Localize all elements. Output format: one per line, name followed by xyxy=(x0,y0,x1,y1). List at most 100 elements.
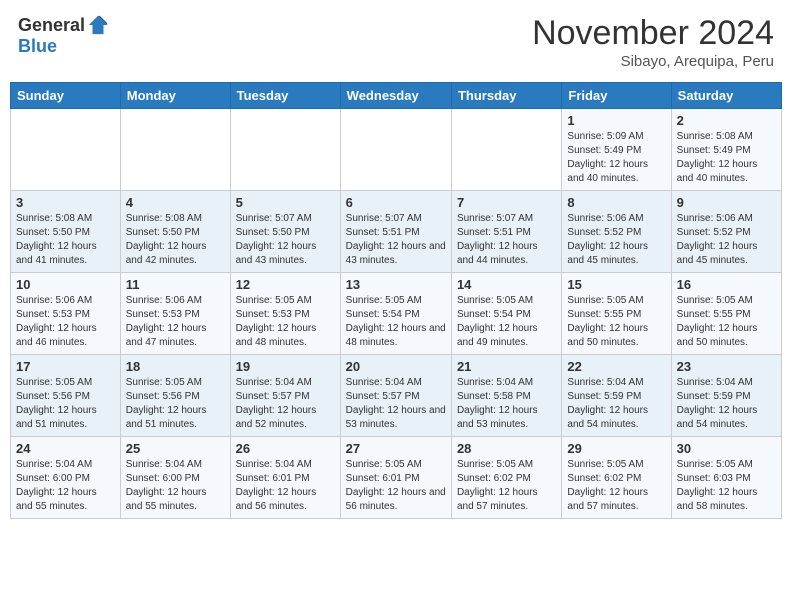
calendar-table: SundayMondayTuesdayWednesdayThursdayFrid… xyxy=(10,82,782,519)
day-number: 19 xyxy=(236,359,335,374)
weekday-header-monday: Monday xyxy=(120,83,230,109)
day-number: 9 xyxy=(677,195,776,210)
day-info: Sunrise: 5:07 AM Sunset: 5:51 PM Dayligh… xyxy=(457,212,556,268)
day-number: 8 xyxy=(567,195,665,210)
day-info: Sunrise: 5:06 AM Sunset: 5:52 PM Dayligh… xyxy=(677,212,776,268)
day-info: Sunrise: 5:05 AM Sunset: 5:53 PM Dayligh… xyxy=(236,294,335,350)
day-info: Sunrise: 5:04 AM Sunset: 6:00 PM Dayligh… xyxy=(16,458,115,514)
weekday-header-sunday: Sunday xyxy=(11,83,121,109)
location: Sibayo, Arequipa, Peru xyxy=(532,53,774,70)
day-number: 25 xyxy=(126,441,225,456)
calendar-cell xyxy=(230,109,340,191)
calendar-cell: 19 Sunrise: 5:04 AM Sunset: 5:57 PM Dayli… xyxy=(230,355,340,437)
day-info: Sunrise: 5:06 AM Sunset: 5:52 PM Dayligh… xyxy=(567,212,665,268)
weekday-header-row: SundayMondayTuesdayWednesdayThursdayFrid… xyxy=(11,83,782,109)
calendar-cell xyxy=(120,109,230,191)
day-info: Sunrise: 5:08 AM Sunset: 5:50 PM Dayligh… xyxy=(126,212,225,268)
title-block: November 2024 Sibayo, Arequipa, Peru xyxy=(532,14,774,70)
calendar-cell: 2Sunrise: 5:08 AM Sunset: 5:49 PM Daylig… xyxy=(671,109,781,191)
day-number: 16 xyxy=(677,277,776,292)
calendar-cell: 26Sunrise: 5:04 AM Sunset: 6:01 PM Dayli… xyxy=(230,437,340,519)
day-number: 17 xyxy=(16,359,115,374)
day-number: 6 xyxy=(346,195,446,210)
calendar-cell: 18 Sunrise: 5:05 AM Sunset: 5:56 PM Dayli… xyxy=(120,355,230,437)
calendar-week-row: 10 Sunrise: 5:06 AM Sunset: 5:53 PM Dayli… xyxy=(11,273,782,355)
weekday-header-saturday: Saturday xyxy=(671,83,781,109)
day-info: Sunrise: 5:05 AM Sunset: 5:54 PM Dayligh… xyxy=(457,294,556,350)
calendar-week-row: 17 Sunrise: 5:05 AM Sunset: 5:56 PM Dayli… xyxy=(11,355,782,437)
calendar-cell: 10 Sunrise: 5:06 AM Sunset: 5:53 PM Dayli… xyxy=(11,273,121,355)
weekday-header-tuesday: Tuesday xyxy=(230,83,340,109)
day-info: Sunrise: 5:08 AM Sunset: 5:50 PM Dayligh… xyxy=(16,212,115,268)
calendar-cell xyxy=(451,109,561,191)
day-info: Sunrise: 5:05 AM Sunset: 5:55 PM Dayligh… xyxy=(677,294,776,350)
day-info: Sunrise: 5:05 AM Sunset: 5:56 PM Dayligh… xyxy=(126,376,225,432)
day-number: 29 xyxy=(567,441,665,456)
day-number: 23 xyxy=(677,359,776,374)
calendar-cell: 3 Sunrise: 5:08 AM Sunset: 5:50 PM Daylig… xyxy=(11,191,121,273)
day-info: Sunrise: 5:04 AM Sunset: 6:00 PM Dayligh… xyxy=(126,458,225,514)
day-number: 1 xyxy=(567,113,665,128)
calendar-cell: 15Sunrise: 5:05 AM Sunset: 5:55 PM Dayli… xyxy=(562,273,671,355)
day-info: Sunrise: 5:05 AM Sunset: 6:03 PM Dayligh… xyxy=(677,458,776,514)
calendar-cell: 24 Sunrise: 5:04 AM Sunset: 6:00 PM Dayli… xyxy=(11,437,121,519)
day-number: 26 xyxy=(236,441,335,456)
logo-blue-text: Blue xyxy=(18,36,57,57)
calendar-cell: 1 Sunrise: 5:09 AM Sunset: 5:49 PM Daylig… xyxy=(562,109,671,191)
day-number: 18 xyxy=(126,359,225,374)
calendar-cell: 11 Sunrise: 5:06 AM Sunset: 5:53 PM Dayli… xyxy=(120,273,230,355)
day-info: Sunrise: 5:04 AM Sunset: 5:59 PM Dayligh… xyxy=(677,376,776,432)
day-info: Sunrise: 5:04 AM Sunset: 5:57 PM Dayligh… xyxy=(346,376,446,432)
calendar-cell: 5 Sunrise: 5:07 AM Sunset: 5:50 PM Daylig… xyxy=(230,191,340,273)
page-header: General Blue November 2024 Sibayo, Arequ… xyxy=(10,10,782,74)
calendar-cell: 14Sunrise: 5:05 AM Sunset: 5:54 PM Dayli… xyxy=(451,273,561,355)
weekday-header-wednesday: Wednesday xyxy=(340,83,451,109)
day-number: 30 xyxy=(677,441,776,456)
calendar-cell: 20Sunrise: 5:04 AM Sunset: 5:57 PM Dayli… xyxy=(340,355,451,437)
day-info: Sunrise: 5:05 AM Sunset: 6:02 PM Dayligh… xyxy=(457,458,556,514)
day-number: 28 xyxy=(457,441,556,456)
logo: General Blue xyxy=(18,14,109,57)
day-number: 11 xyxy=(126,277,225,292)
day-info: Sunrise: 5:06 AM Sunset: 5:53 PM Dayligh… xyxy=(126,294,225,350)
day-info: Sunrise: 5:04 AM Sunset: 5:59 PM Dayligh… xyxy=(567,376,665,432)
day-number: 21 xyxy=(457,359,556,374)
calendar-cell: 25 Sunrise: 5:04 AM Sunset: 6:00 PM Dayli… xyxy=(120,437,230,519)
calendar-cell: 23 Sunrise: 5:04 AM Sunset: 5:59 PM Dayli… xyxy=(671,355,781,437)
day-info: Sunrise: 5:06 AM Sunset: 5:53 PM Dayligh… xyxy=(16,294,115,350)
calendar-week-row: 3 Sunrise: 5:08 AM Sunset: 5:50 PM Daylig… xyxy=(11,191,782,273)
calendar-cell: 4Sunrise: 5:08 AM Sunset: 5:50 PM Daylig… xyxy=(120,191,230,273)
calendar-cell: 28 Sunrise: 5:05 AM Sunset: 6:02 PM Dayli… xyxy=(451,437,561,519)
calendar-cell: 8 Sunrise: 5:06 AM Sunset: 5:52 PM Daylig… xyxy=(562,191,671,273)
calendar-week-row: 24 Sunrise: 5:04 AM Sunset: 6:00 PM Dayli… xyxy=(11,437,782,519)
calendar-cell: 27 Sunrise: 5:05 AM Sunset: 6:01 PM Dayli… xyxy=(340,437,451,519)
day-info: Sunrise: 5:08 AM Sunset: 5:49 PM Dayligh… xyxy=(677,130,776,186)
day-number: 27 xyxy=(346,441,446,456)
day-info: Sunrise: 5:05 AM Sunset: 5:55 PM Dayligh… xyxy=(567,294,665,350)
day-info: Sunrise: 5:05 AM Sunset: 6:01 PM Dayligh… xyxy=(346,458,446,514)
calendar-cell: 7 Sunrise: 5:07 AM Sunset: 5:51 PM Daylig… xyxy=(451,191,561,273)
month-title: November 2024 xyxy=(532,14,774,53)
day-info: Sunrise: 5:05 AM Sunset: 5:56 PM Dayligh… xyxy=(16,376,115,432)
weekday-header-friday: Friday xyxy=(562,83,671,109)
calendar-cell: 17 Sunrise: 5:05 AM Sunset: 5:56 PM Dayli… xyxy=(11,355,121,437)
logo-general-text: General xyxy=(18,15,85,36)
day-info: Sunrise: 5:07 AM Sunset: 5:50 PM Dayligh… xyxy=(236,212,335,268)
calendar-cell: 12Sunrise: 5:05 AM Sunset: 5:53 PM Dayli… xyxy=(230,273,340,355)
day-number: 5 xyxy=(236,195,335,210)
day-info: Sunrise: 5:09 AM Sunset: 5:49 PM Dayligh… xyxy=(567,130,665,186)
day-info: Sunrise: 5:04 AM Sunset: 5:57 PM Dayligh… xyxy=(236,376,335,432)
day-number: 10 xyxy=(16,277,115,292)
calendar-cell xyxy=(11,109,121,191)
day-number: 3 xyxy=(16,195,115,210)
calendar-cell: 29Sunrise: 5:05 AM Sunset: 6:02 PM Dayli… xyxy=(562,437,671,519)
day-info: Sunrise: 5:04 AM Sunset: 5:58 PM Dayligh… xyxy=(457,376,556,432)
day-number: 7 xyxy=(457,195,556,210)
calendar-week-row: 1 Sunrise: 5:09 AM Sunset: 5:49 PM Daylig… xyxy=(11,109,782,191)
day-number: 22 xyxy=(567,359,665,374)
day-number: 24 xyxy=(16,441,115,456)
calendar-cell: 13Sunrise: 5:05 AM Sunset: 5:54 PM Dayli… xyxy=(340,273,451,355)
calendar-cell: 21 Sunrise: 5:04 AM Sunset: 5:58 PM Dayli… xyxy=(451,355,561,437)
logo-icon xyxy=(87,14,109,36)
calendar-cell: 22 Sunrise: 5:04 AM Sunset: 5:59 PM Dayli… xyxy=(562,355,671,437)
